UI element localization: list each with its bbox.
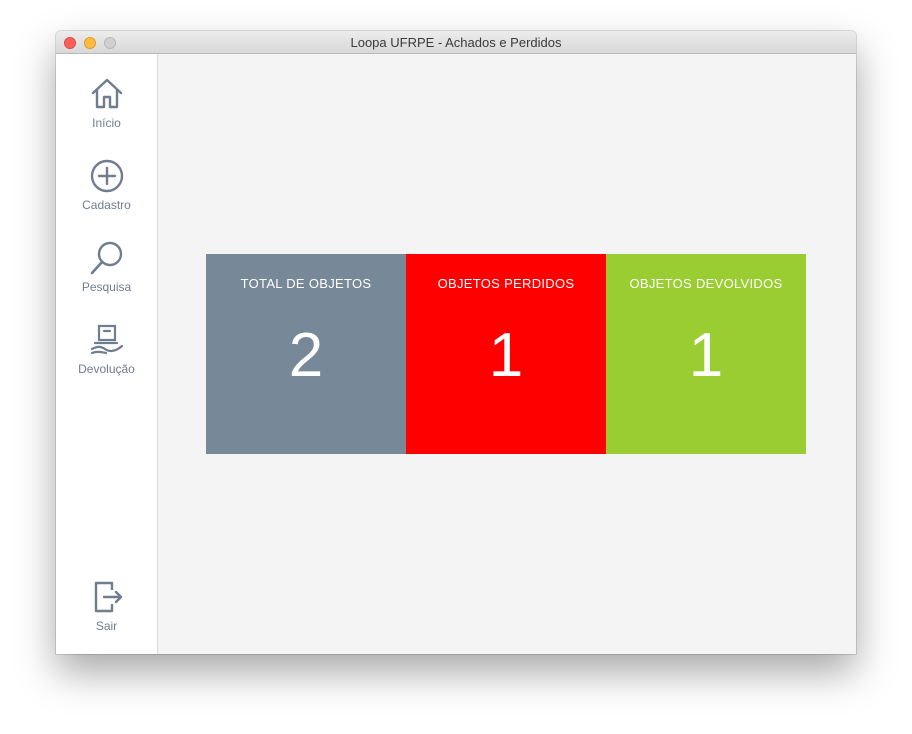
sidebar-item-label: Início — [92, 116, 121, 130]
logout-icon — [94, 581, 122, 613]
stat-card-title: OBJETOS DEVOLVIDOS — [629, 276, 783, 291]
stat-card-title: OBJETOS PERDIDOS — [437, 276, 575, 291]
sidebar-item-inicio[interactable]: Início — [56, 76, 157, 146]
home-icon — [91, 78, 122, 109]
sidebar-item-cadastro[interactable]: Cadastro — [56, 158, 157, 228]
plus-circle-icon — [90, 159, 123, 193]
sidebar-item-label: Pesquisa — [81, 280, 132, 294]
handover-icon — [90, 324, 123, 355]
sidebar-item-label: Sair — [95, 619, 118, 633]
stat-card-total: TOTAL DE OBJETOS 2 — [206, 254, 406, 454]
window-title: Loopa UFRPE - Achados e Perdidos — [350, 35, 562, 50]
stats-cards: TOTAL DE OBJETOS 2 OBJETOS PERDIDOS 1 OB… — [206, 254, 806, 454]
sidebar-item-pesquisa[interactable]: Pesquisa — [56, 240, 157, 310]
search-icon — [90, 241, 122, 275]
stat-card-perdidos: OBJETOS PERDIDOS 1 — [406, 254, 606, 454]
sidebar: Início Cadastro Pesquisa Devolução Sair — [56, 54, 158, 654]
title-bar[interactable]: Loopa UFRPE - Achados e Perdidos — [56, 31, 856, 54]
zoom-window-button[interactable] — [104, 37, 116, 49]
stat-card-devolvidos: OBJETOS DEVOLVIDOS 1 — [606, 254, 806, 454]
sidebar-item-label: Devolução — [78, 362, 135, 376]
close-window-button[interactable] — [64, 37, 76, 49]
stat-card-value: 1 — [688, 321, 724, 390]
stat-card-value: 2 — [288, 321, 324, 390]
stat-card-value: 1 — [488, 321, 524, 390]
minimize-window-button[interactable] — [84, 37, 96, 49]
stat-card-title: TOTAL DE OBJETOS — [240, 276, 372, 291]
sidebar-item-sair[interactable]: Sair — [56, 579, 157, 649]
sidebar-item-label: Cadastro — [82, 198, 131, 212]
app-window: Loopa UFRPE - Achados e Perdidos Início … — [56, 31, 856, 654]
dashboard-content: TOTAL DE OBJETOS 2 OBJETOS PERDIDOS 1 OB… — [158, 54, 856, 654]
sidebar-item-devolucao[interactable]: Devolução — [56, 322, 157, 392]
